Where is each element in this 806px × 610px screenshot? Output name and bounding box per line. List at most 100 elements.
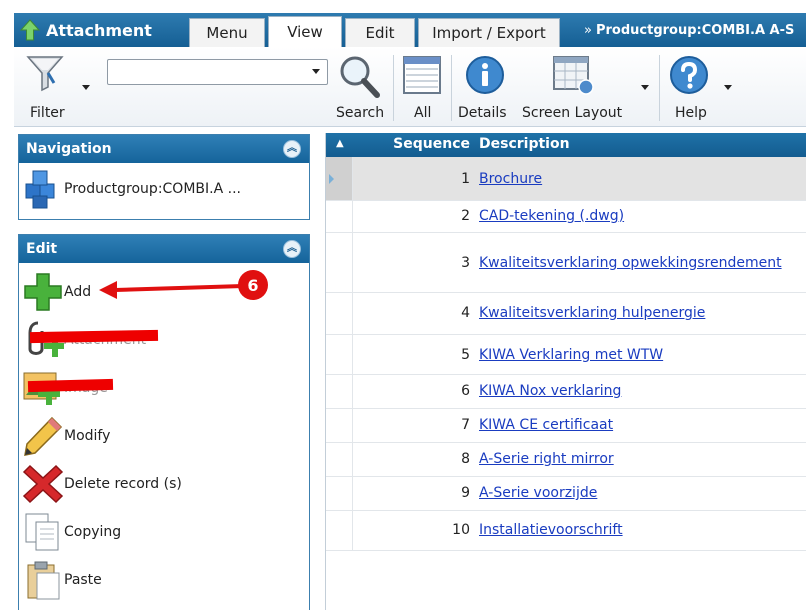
- modify-label: Modify: [64, 428, 111, 444]
- add-label: Add: [64, 284, 92, 300]
- attachments-grid: ▲ Sequence Description 1 Brochure 2 CAD-…: [325, 133, 806, 610]
- row-selector[interactable]: [326, 157, 353, 200]
- edit-panel-header: Edit ︽: [19, 235, 309, 263]
- details-label: Details: [458, 105, 507, 121]
- table-row[interactable]: 6 KIWA Nox verklaring: [326, 375, 806, 409]
- row-description-link[interactable]: KIWA CE certificaat: [479, 417, 613, 433]
- row-description-link[interactable]: KIWA Nox verklaring: [479, 383, 621, 399]
- navigation-panel-title: Navigation: [26, 141, 112, 157]
- redaction-bar: [27, 378, 114, 393]
- sort-up-icon[interactable]: ▲: [336, 138, 344, 149]
- table-row[interactable]: 7 KIWA CE certificaat: [326, 409, 806, 443]
- navigation-panel: Navigation ︽ Productgroup:COMBI.A ...: [18, 134, 310, 220]
- tab-edit[interactable]: Edit: [345, 18, 415, 47]
- filter-label: Filter: [30, 105, 65, 121]
- pencil-icon: [24, 416, 63, 456]
- row-description-link[interactable]: A-Serie right mirror: [479, 451, 614, 467]
- row-description-link[interactable]: CAD-tekening (.dwg): [479, 208, 624, 224]
- title-bar: Attachment Menu View Edit Import / Expor…: [14, 13, 806, 47]
- row-sequence: 3: [461, 255, 470, 271]
- screen-layout-icon[interactable]: [552, 55, 596, 97]
- row-sequence: 7: [461, 417, 470, 433]
- nav-item-productgroup[interactable]: Productgroup:COMBI.A ...: [19, 163, 309, 215]
- back-arrow-icon[interactable]: [20, 19, 40, 41]
- row-sequence: 4: [461, 305, 470, 321]
- row-selector[interactable]: [326, 335, 353, 374]
- table-row[interactable]: 5 KIWA Verklaring met WTW: [326, 335, 806, 375]
- add-button[interactable]: Add: [22, 271, 91, 313]
- screen-layout-label: Screen Layout: [522, 105, 623, 121]
- row-description-link[interactable]: A-Serie voorzijde: [479, 485, 597, 501]
- edit-panel-title: Edit: [26, 241, 58, 257]
- annotation-number: 6: [247, 275, 259, 295]
- paste-label: Paste: [64, 572, 102, 588]
- breadcrumb: » Productgroup:COMBI.A A-S: [584, 13, 794, 47]
- breadcrumb-text[interactable]: Productgroup:COMBI.A A-S: [596, 23, 794, 38]
- toolbar: Filter Search All Details Screen Layout: [14, 47, 806, 127]
- tab-import-export[interactable]: Import / Export: [418, 18, 560, 47]
- row-selector[interactable]: [326, 477, 353, 510]
- tab-label: Import / Export: [432, 24, 546, 42]
- screen-layout-dropdown-caret[interactable]: [641, 85, 649, 90]
- row-sequence: 8: [461, 451, 470, 467]
- toolbar-separator: [659, 55, 660, 121]
- nav-item-label: Productgroup:COMBI.A ...: [64, 181, 241, 197]
- paste-button[interactable]: Paste: [22, 559, 102, 601]
- table-row[interactable]: 9 A-Serie voorzijde: [326, 477, 806, 511]
- help-dropdown-caret[interactable]: [724, 85, 732, 90]
- search-dropdown-caret[interactable]: [312, 69, 320, 74]
- copy-label: Copying: [64, 524, 122, 540]
- row-description-link[interactable]: Kwaliteitsverklaring opwekkingsrendement: [479, 255, 782, 271]
- row-sequence: 5: [461, 347, 470, 363]
- row-selector[interactable]: [326, 293, 353, 334]
- info-icon[interactable]: [465, 55, 505, 95]
- column-header-description[interactable]: Description: [479, 136, 570, 152]
- row-selector[interactable]: [326, 201, 353, 232]
- search-input[interactable]: [107, 59, 328, 85]
- filter-icon[interactable]: [24, 53, 66, 93]
- collapse-edit-button[interactable]: ︽: [283, 240, 301, 258]
- row-selector[interactable]: [326, 233, 353, 292]
- tab-label: View: [287, 23, 323, 41]
- all-list-icon[interactable]: [402, 55, 442, 95]
- cubes-icon: [25, 170, 55, 209]
- toolbar-separator: [451, 55, 452, 121]
- row-selector[interactable]: [326, 443, 353, 476]
- table-row[interactable]: 10 Installatievoorschrift: [326, 511, 806, 551]
- toolbar-separator: [393, 55, 394, 121]
- modify-button[interactable]: Modify: [22, 415, 110, 457]
- help-icon[interactable]: [669, 55, 709, 95]
- row-description-link[interactable]: Brochure: [479, 171, 542, 187]
- copy-icon: [25, 513, 59, 551]
- paste-icon: [27, 561, 60, 600]
- row-selector[interactable]: [326, 409, 353, 442]
- row-sequence: 9: [461, 485, 470, 501]
- row-description-link[interactable]: Installatievoorschrift: [479, 522, 623, 538]
- collapse-navigation-button[interactable]: ︽: [283, 140, 301, 158]
- table-row[interactable]: 8 A-Serie right mirror: [326, 443, 806, 477]
- all-label: All: [414, 105, 432, 121]
- table-row[interactable]: 3 Kwaliteitsverklaring opwekkingsrendeme…: [326, 233, 806, 293]
- tab-view[interactable]: View: [268, 16, 342, 47]
- row-description-link[interactable]: KIWA Verklaring met WTW: [479, 347, 663, 363]
- delete-records-button[interactable]: Delete record (s): [22, 463, 182, 505]
- row-sequence: 6: [461, 383, 470, 399]
- row-sequence: 10: [452, 522, 470, 538]
- search-icon[interactable]: [337, 53, 381, 99]
- grid-header: ▲ Sequence Description: [326, 133, 806, 157]
- tab-menu[interactable]: Menu: [189, 18, 265, 47]
- tab-label: Edit: [365, 24, 395, 42]
- row-selector[interactable]: [326, 375, 353, 408]
- tab-label: Menu: [206, 24, 248, 42]
- navigation-panel-header: Navigation ︽: [19, 135, 309, 163]
- row-selector[interactable]: [326, 511, 353, 550]
- search-label: Search: [336, 105, 385, 121]
- table-row[interactable]: 1 Brochure: [326, 157, 806, 201]
- row-description-link[interactable]: Kwaliteitsverklaring hulpenergie: [479, 305, 705, 321]
- column-header-sequence[interactable]: Sequence: [388, 136, 470, 152]
- table-row[interactable]: 4 Kwaliteitsverklaring hulpenergie: [326, 293, 806, 335]
- filter-dropdown-caret[interactable]: [82, 85, 90, 90]
- delete-icon: [22, 464, 64, 504]
- table-row[interactable]: 2 CAD-tekening (.dwg): [326, 201, 806, 233]
- copy-button[interactable]: Copying: [22, 511, 121, 553]
